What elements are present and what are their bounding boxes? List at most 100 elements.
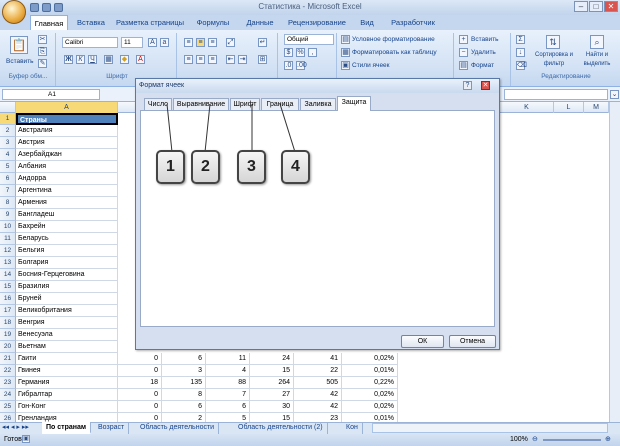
sheet-nav-arrows[interactable]: ◂◂ ◂ ▸ ▸▸ [2, 423, 29, 433]
align-middle-icon[interactable]: ≡ [196, 38, 205, 47]
tab-home[interactable]: Главная [30, 15, 68, 30]
format-painter-icon[interactable]: ✎ [38, 59, 47, 68]
dialog-tab-font[interactable]: Шрифт [230, 98, 260, 110]
tab-view[interactable]: Вид [354, 15, 380, 30]
country-cell[interactable]: Бразилия [16, 281, 118, 293]
paste-icon[interactable]: 📋 [10, 36, 28, 54]
country-cell[interactable]: Армения [16, 197, 118, 209]
zoom-in-icon[interactable]: ⊕ [605, 436, 611, 444]
value-cell[interactable]: 22 [294, 365, 342, 377]
bold-icon[interactable]: Ж [64, 55, 73, 64]
row-header[interactable]: 14 [0, 269, 16, 281]
value-cell[interactable]: 264 [250, 377, 294, 389]
row-header[interactable]: 12 [0, 245, 16, 257]
cell-styles-button[interactable]: Стили ячеек [352, 60, 390, 71]
row-header[interactable]: 3 [0, 137, 16, 149]
column-header-m[interactable]: M [584, 102, 609, 113]
value-cell[interactable]: 88 [206, 377, 250, 389]
clear-icon[interactable]: ⌫ [516, 61, 527, 70]
align-left-icon[interactable]: ≡ [184, 55, 193, 64]
country-cell[interactable]: Бельгия [16, 245, 118, 257]
ok-button[interactable]: ОК [401, 335, 444, 348]
value-cell[interactable]: 15 [250, 365, 294, 377]
percent-icon[interactable]: % [296, 48, 305, 57]
font-name-select[interactable]: Calibri [62, 37, 118, 48]
currency-icon[interactable]: $ [284, 48, 293, 57]
column-header-k[interactable]: K [500, 102, 554, 113]
row-header[interactable]: 8 [0, 197, 16, 209]
tab-page-layout[interactable]: Разметка страницы [114, 15, 186, 30]
value-cell[interactable]: 30 [250, 401, 294, 413]
value-cell[interactable]: 18 [118, 377, 162, 389]
expand-formula-icon[interactable]: ⌄ [610, 90, 619, 99]
find-select-button[interactable]: Найти и выделить [576, 51, 618, 71]
country-cell[interactable]: Гибралтар [16, 389, 118, 401]
value-cell[interactable]: 42 [294, 389, 342, 401]
name-box[interactable]: A1 [2, 89, 100, 100]
cut-icon[interactable]: ✂ [38, 35, 47, 44]
value-cell[interactable]: 505 [294, 377, 342, 389]
format-as-table-button[interactable]: Форматировать как таблицу [352, 47, 437, 58]
sheet-tab-field-2[interactable]: Область деятельности (2) [234, 422, 328, 434]
office-button[interactable] [2, 0, 26, 24]
value-cell[interactable]: 0 [118, 365, 162, 377]
country-cell[interactable]: Великобритания [16, 305, 118, 317]
row-header[interactable]: 11 [0, 233, 16, 245]
autosum-icon[interactable]: Σ [516, 35, 525, 44]
row-header[interactable]: 21 [0, 353, 16, 365]
font-color-icon[interactable]: A [136, 55, 145, 64]
country-cell[interactable]: Бангладеш [16, 209, 118, 221]
tab-insert[interactable]: Вставка [72, 15, 110, 30]
column-header-a[interactable]: A [16, 102, 118, 113]
value-cell[interactable]: 0 [118, 401, 162, 413]
number-format-select[interactable]: Общий [284, 34, 334, 45]
dialog-tab-protection[interactable]: Защита [337, 96, 371, 111]
row-header[interactable]: 10 [0, 221, 16, 233]
row-header[interactable]: 22 [0, 365, 16, 377]
row-header[interactable]: 19 [0, 329, 16, 341]
country-cell[interactable]: Вьетнам [16, 341, 118, 353]
align-top-icon[interactable]: ≡ [184, 38, 193, 47]
select-all-corner[interactable] [0, 102, 16, 113]
minimize-button[interactable]: – [574, 1, 588, 12]
zoom-out-icon[interactable]: ⊖ [532, 436, 538, 444]
find-select-icon[interactable]: ⌕ [590, 35, 604, 49]
row-header[interactable]: 23 [0, 377, 16, 389]
header-cell[interactable]: Страны [16, 113, 118, 125]
row-header[interactable]: 4 [0, 149, 16, 161]
redo-icon[interactable] [54, 3, 63, 12]
italic-icon[interactable]: К [76, 55, 85, 64]
country-cell[interactable]: Босния-Герцеговина [16, 269, 118, 281]
wrap-text-icon[interactable]: ↵ [258, 38, 267, 47]
row-header[interactable]: 17 [0, 305, 16, 317]
row-header[interactable]: 15 [0, 281, 16, 293]
dialog-tab-fill[interactable]: Заливка [300, 98, 336, 110]
row-header[interactable]: 5 [0, 161, 16, 173]
country-cell[interactable]: Бахрейн [16, 221, 118, 233]
country-cell[interactable]: Азербайджан [16, 149, 118, 161]
country-cell[interactable]: Гон-Конг [16, 401, 118, 413]
orientation-icon[interactable]: ⤢ [226, 38, 235, 47]
country-cell[interactable]: Гаити [16, 353, 118, 365]
dialog-tab-alignment[interactable]: Выравнивание [173, 98, 229, 110]
tab-developer[interactable]: Разработчик [384, 15, 442, 30]
align-right-icon[interactable]: ≡ [208, 55, 217, 64]
increase-decimal-icon[interactable]: .0 [284, 61, 293, 70]
value-cell[interactable]: 7 [206, 389, 250, 401]
value-cell[interactable]: 41 [294, 353, 342, 365]
shrink-font-icon[interactable]: a [160, 38, 169, 47]
row-header[interactable]: 24 [0, 389, 16, 401]
sort-filter-icon[interactable]: ⇅ [546, 35, 560, 49]
thousands-icon[interactable]: , [308, 48, 317, 57]
country-cell[interactable]: Венесуэла [16, 329, 118, 341]
fill-color-icon[interactable]: ◆ [120, 55, 129, 64]
value-cell[interactable]: 42 [294, 401, 342, 413]
conditional-formatting-button[interactable]: Условное форматирование [352, 34, 435, 45]
sheet-tab-age[interactable]: Возраст [94, 422, 130, 434]
sheet-tab-countries[interactable]: По странам [42, 422, 92, 434]
increase-indent-icon[interactable]: ⇥ [238, 55, 247, 64]
sheet-tab-field[interactable]: Область деятельности [136, 422, 220, 434]
row-header[interactable]: 7 [0, 185, 16, 197]
align-center-icon[interactable]: ≡ [196, 55, 205, 64]
sheet-tab-con[interactable]: Кон [342, 422, 363, 434]
